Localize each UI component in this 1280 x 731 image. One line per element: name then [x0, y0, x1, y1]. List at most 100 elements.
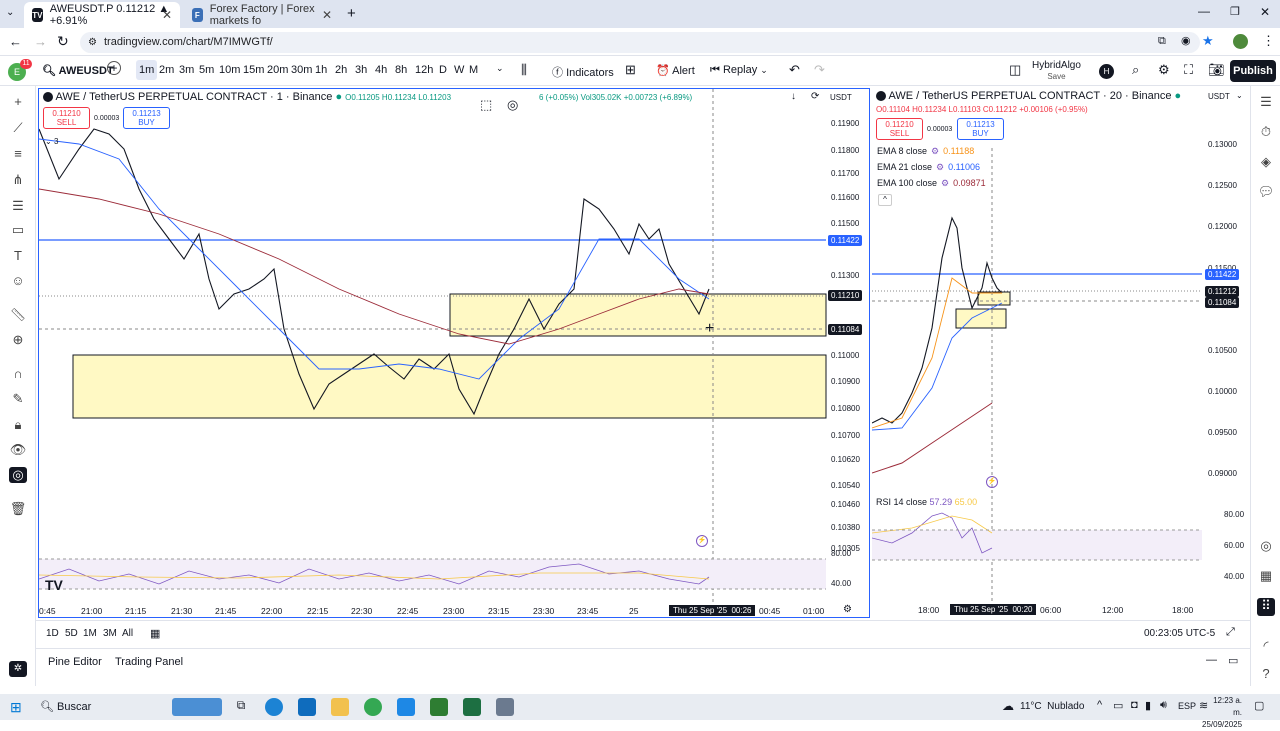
- indicator-settings-icon[interactable]: ⚙: [936, 162, 944, 172]
- alerts-clock-icon[interactable]: ⏱: [1257, 124, 1275, 142]
- emoji-icon[interactable]: ☺: [9, 273, 27, 289]
- green-app-icon[interactable]: [430, 698, 448, 716]
- lock-icon[interactable]: 🔒︎: [9, 417, 27, 433]
- tray-app-icon[interactable]: ▭: [1113, 699, 1123, 712]
- indicator-row[interactable]: EMA 100 close ⚙ 0.09871: [877, 178, 986, 189]
- rectangle-icon[interactable]: ▭: [9, 222, 27, 238]
- crosshair-icon[interactable]: +: [9, 94, 27, 110]
- chrome-icon[interactable]: [364, 698, 382, 716]
- minimize-panel-icon[interactable]: —: [1206, 654, 1217, 666]
- indicator-row[interactable]: EMA 21 close ⚙ 0.11006: [877, 162, 980, 173]
- layout-profile-badge[interactable]: H: [1099, 64, 1114, 79]
- symbol-search[interactable]: 🔍︎ AWEUSDT: [42, 64, 114, 77]
- zoom-in-icon[interactable]: ⊕: [9, 332, 27, 348]
- terminal-icon[interactable]: [496, 698, 514, 716]
- close-tab-icon[interactable]: ✕: [322, 8, 332, 22]
- weather-icon[interactable]: ☁: [1002, 699, 1014, 713]
- indicator-settings-icon[interactable]: ⚙: [931, 146, 939, 156]
- compare-add-icon[interactable]: +: [107, 61, 121, 75]
- reload-icon[interactable]: ↻: [57, 33, 69, 50]
- taskbar-widget-image-icon[interactable]: [172, 698, 222, 716]
- tray-speaker-icon[interactable]: 🔊︎: [1160, 699, 1167, 712]
- buy-button[interactable]: 0.11213 BUY: [123, 107, 170, 129]
- right-lightning-alert-icon[interactable]: ⚡: [986, 476, 998, 488]
- maximize-window-icon[interactable]: ❐: [1230, 5, 1240, 18]
- tab-trading-panel[interactable]: Trading Panel: [115, 656, 183, 668]
- redo-icon[interactable]: ↷: [814, 62, 825, 78]
- collapse-legend-icon[interactable]: ^: [878, 194, 892, 206]
- right-currency-dropdown-icon[interactable]: ⌄: [1236, 91, 1243, 100]
- apps-grid-icon[interactable]: ⠿: [1257, 598, 1275, 616]
- file-explorer-icon[interactable]: [331, 698, 349, 716]
- tray-battery-icon[interactable]: ▮: [1145, 699, 1151, 712]
- tray-meet-icon[interactable]: ◘: [1131, 699, 1138, 711]
- browser-tab-forexfactory[interactable]: F Forex Factory | Forex markets fo ✕: [184, 2, 340, 28]
- interval-2h[interactable]: 2h: [332, 60, 350, 80]
- hide-icon[interactable]: ◉: [1181, 34, 1191, 47]
- interval-2m[interactable]: 2m: [156, 60, 177, 80]
- tray-chevron-icon[interactable]: ^: [1097, 699, 1102, 711]
- fullscreen-icon[interactable]: ⛶: [1184, 62, 1193, 78]
- target-icon[interactable]: ◎: [1257, 538, 1275, 556]
- layout-name-button[interactable]: HybridAlgo Save: [1032, 60, 1081, 82]
- templates-icon[interactable]: ⊞: [625, 62, 636, 78]
- left-chart-collapse-icon[interactable]: ↓: [791, 91, 796, 102]
- windows-start-icon[interactable]: ⊞: [10, 699, 22, 716]
- horizontal-lines-icon[interactable]: ≡: [9, 146, 27, 162]
- forward-icon[interactable]: →: [34, 34, 47, 49]
- range-3M[interactable]: 3M: [103, 628, 117, 639]
- weather-text[interactable]: 11°C Nublado: [1020, 701, 1084, 712]
- interval-1h[interactable]: 1h: [312, 60, 330, 80]
- legend-toggle[interactable]: ⌄ 3: [45, 137, 58, 146]
- lightning-alert-icon[interactable]: ⚡: [696, 535, 708, 547]
- close-window-icon[interactable]: ✕: [1260, 5, 1270, 19]
- input-language[interactable]: ESP: [1178, 701, 1196, 711]
- utc-clock[interactable]: 00:23:05 UTC-5: [1144, 628, 1215, 639]
- taskbar-search[interactable]: 🔍︎ Buscar: [40, 700, 91, 713]
- close-tab-icon[interactable]: ✕: [162, 8, 172, 22]
- object-tree-icon[interactable]: ◎: [9, 467, 27, 483]
- edge-browser-icon[interactable]: [265, 698, 283, 716]
- left-chart-title[interactable]: AWE / TetherUS PERPETUAL CONTRACT · 1 · …: [43, 91, 451, 103]
- signal-icon[interactable]: ◜: [1257, 638, 1275, 656]
- left-currency-label[interactable]: USDT: [830, 93, 852, 102]
- eye-icon[interactable]: 👁︎: [9, 442, 27, 458]
- layout-panels-icon[interactable]: ◫: [1009, 62, 1021, 78]
- back-icon[interactable]: ←: [9, 34, 22, 49]
- expand-panel-icon[interactable]: ⤢: [1226, 626, 1235, 639]
- camera-snapshot-icon[interactable]: 📷︎: [1208, 62, 1225, 78]
- sell-button[interactable]: 0.11210 SELL: [43, 107, 90, 129]
- text-tool-icon[interactable]: T: [9, 248, 27, 264]
- right-rsi-legend[interactable]: RSI 14 close 57.29 65.00: [876, 497, 977, 507]
- left-chart-canvas[interactable]: [39, 89, 871, 619]
- maximize-panel-icon[interactable]: ▭: [1228, 654, 1238, 667]
- url-field[interactable]: ⚙ tradingview.com/chart/M7IMWGTf/: [80, 32, 1200, 53]
- browser-tab-tradingview[interactable]: TV AWEUSDT.P 0.11212 ▲ +6.91% ✕: [24, 2, 180, 28]
- interval-1m[interactable]: 1m: [136, 60, 158, 80]
- left-chart-pane[interactable]: AWE / TetherUS PERPETUAL CONTRACT · 1 · …: [38, 88, 870, 618]
- new-tab-icon[interactable]: +: [347, 5, 356, 22]
- undo-icon[interactable]: ↶: [789, 62, 800, 78]
- settings-gear-icon[interactable]: ⚙: [1158, 62, 1170, 78]
- range-All[interactable]: All: [122, 628, 133, 639]
- chat-icon[interactable]: 💬︎: [1257, 184, 1275, 202]
- right-sell-button[interactable]: 0.11210 SELL: [876, 118, 923, 140]
- replay-button[interactable]: ⏮ Replay ⌄: [710, 64, 768, 77]
- tradingview-logo-icon[interactable]: ✲: [9, 661, 27, 677]
- interval-W[interactable]: W: [451, 60, 467, 80]
- vscode-icon[interactable]: [397, 698, 415, 716]
- right-currency-label[interactable]: USDT: [1208, 92, 1230, 101]
- interval-8h[interactable]: 8h: [392, 60, 410, 80]
- pitchfork-icon[interactable]: ⋔: [9, 172, 27, 188]
- interval-4h[interactable]: 4h: [372, 60, 390, 80]
- outlook-icon[interactable]: [298, 698, 316, 716]
- notifications-icon[interactable]: ▢: [1254, 699, 1264, 712]
- goto-date-icon[interactable]: ▦: [150, 627, 160, 640]
- site-info-icon[interactable]: ⚙: [88, 32, 97, 53]
- indicator-settings-icon[interactable]: ⚙: [941, 178, 949, 188]
- translate-icon[interactable]: ⧉: [1158, 35, 1166, 48]
- trash-icon[interactable]: 🗑︎: [9, 501, 27, 517]
- range-5D[interactable]: 5D: [65, 628, 78, 639]
- interval-D[interactable]: D: [436, 60, 450, 80]
- bookmark-star-icon[interactable]: ★: [1202, 33, 1214, 49]
